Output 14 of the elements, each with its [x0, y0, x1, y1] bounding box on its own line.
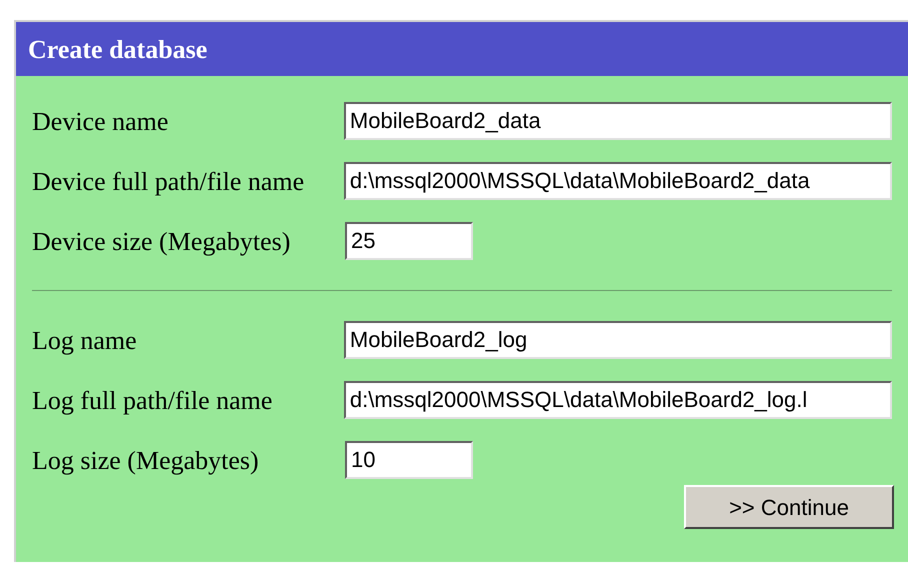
text-field[interactable]: 10 [345, 441, 473, 479]
continue-button[interactable]: >> Continue [684, 485, 894, 529]
text-field[interactable]: d:\mssql2000\MSSQL\data\MobileBoard2_log.l [344, 381, 892, 419]
text-field[interactable]: MobileBoard2_log [344, 321, 892, 359]
field-label: Log size (Megabytes) [32, 444, 260, 477]
field-label: Device size (Megabytes) [32, 226, 292, 258]
field-label: Device name [32, 106, 170, 138]
panel-title: Create database [28, 34, 208, 66]
field-label: Log name [32, 324, 138, 357]
text-field[interactable]: d:\mssql2000\MSSQL\data\MobileBoard2_data [344, 162, 892, 200]
text-field[interactable]: 25 [345, 222, 473, 260]
text-field[interactable]: MobileBoard2_data [344, 102, 892, 140]
field-label: Log full path/file name [32, 384, 274, 417]
field-label: Device full path/file name [32, 166, 306, 198]
